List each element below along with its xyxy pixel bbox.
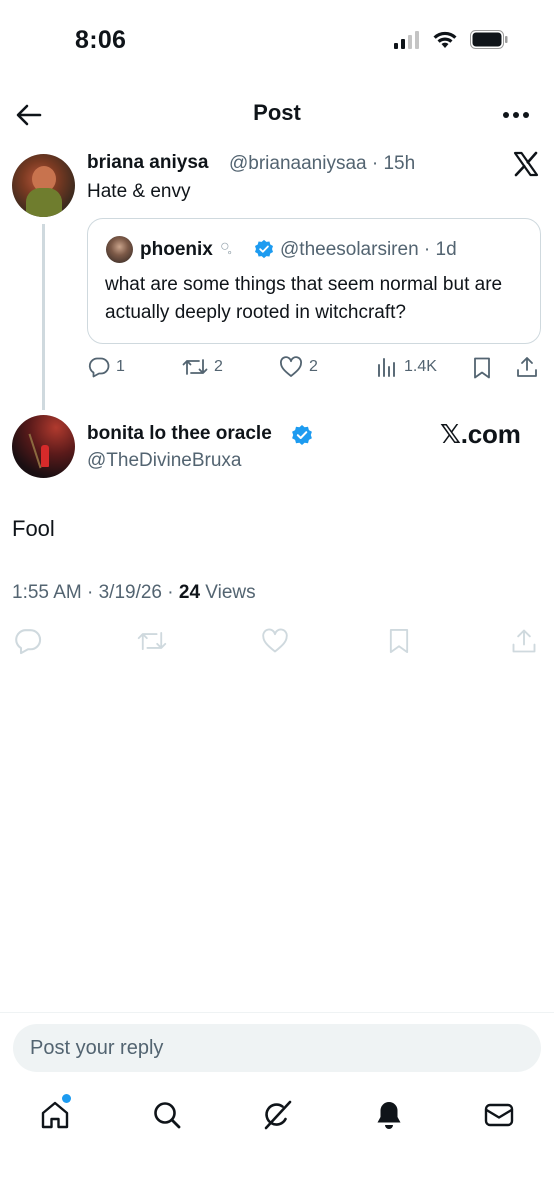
like-button[interactable]: 2 xyxy=(279,356,318,378)
verified-icon xyxy=(254,239,274,259)
nav-messages[interactable] xyxy=(482,1098,516,1132)
bookmark-icon xyxy=(474,357,490,379)
nav-search[interactable] xyxy=(150,1098,184,1132)
quote-author-emoji: ○̥ xyxy=(220,238,230,255)
verified-icon xyxy=(291,424,313,446)
reply-input[interactable]: Post your reply xyxy=(13,1024,541,1072)
author-handle[interactable]: @brianaaniysaa · 15h xyxy=(229,153,415,175)
share-button[interactable] xyxy=(510,627,538,655)
xcom-watermark: 𝕏.com xyxy=(440,419,521,449)
views-count: 24 xyxy=(178,582,201,603)
battery-icon xyxy=(470,30,508,49)
mail-icon xyxy=(484,1103,514,1127)
avatar[interactable] xyxy=(12,154,75,217)
post-meta: 1:55 AM · 3/19/26 · 24 Views xyxy=(12,582,256,604)
page-title: Post xyxy=(253,100,301,125)
quote-author-name: phoenix xyxy=(140,239,213,260)
more-button[interactable] xyxy=(502,108,530,122)
author-handle[interactable]: @TheDivineBruxa xyxy=(87,450,241,472)
search-icon xyxy=(154,1102,181,1129)
x-logo-icon xyxy=(512,150,540,178)
bookmark-button[interactable] xyxy=(386,627,414,655)
post-text: Hate & envy xyxy=(87,181,191,202)
reply-icon xyxy=(15,629,42,655)
status-time: 8:06 xyxy=(75,26,127,54)
repost-button[interactable] xyxy=(137,627,167,655)
repost-icon xyxy=(182,359,208,375)
views-count: 1.4K xyxy=(404,358,437,375)
grok-icon xyxy=(264,1100,292,1130)
status-icons xyxy=(394,30,508,49)
like-icon xyxy=(262,628,288,653)
more-icon xyxy=(503,112,529,118)
author-name[interactable]: briana aniysa xyxy=(87,152,208,174)
quote-avatar xyxy=(106,236,133,263)
author-name[interactable]: bonita lo thee oracle xyxy=(87,423,272,445)
nav-home[interactable] xyxy=(38,1098,72,1132)
notification-dot xyxy=(62,1094,71,1103)
avatar[interactable] xyxy=(12,415,75,478)
like-count: 2 xyxy=(309,358,318,375)
bell-icon xyxy=(377,1102,401,1129)
bookmark-button[interactable] xyxy=(471,356,493,380)
repost-icon xyxy=(137,632,167,650)
views-button[interactable]: 1.4K xyxy=(376,356,437,378)
post-timestamp: 1:55 AM · 3/19/26 · xyxy=(12,582,179,603)
post-text: Fool xyxy=(12,516,55,541)
divider xyxy=(0,1012,554,1013)
quote-text: what are some things that seem normal bu… xyxy=(105,274,503,323)
cellular-icon xyxy=(394,30,419,49)
share-button[interactable] xyxy=(515,355,539,379)
home-icon xyxy=(41,1101,69,1129)
reply-placeholder: Post your reply xyxy=(30,1036,164,1059)
views-icon xyxy=(378,358,395,377)
nav-notifications[interactable] xyxy=(372,1098,406,1132)
share-icon xyxy=(517,357,537,377)
quote-author-handle: @theesolarsiren · 1d xyxy=(280,239,457,260)
like-icon xyxy=(280,356,302,377)
nav-grok[interactable] xyxy=(260,1098,294,1132)
repost-count: 2 xyxy=(214,358,223,375)
repost-button[interactable]: 2 xyxy=(182,356,223,378)
reply-icon xyxy=(88,357,110,378)
bookmark-icon xyxy=(389,628,409,654)
share-icon xyxy=(512,629,536,653)
thread-line xyxy=(42,224,45,410)
reply-button[interactable] xyxy=(14,627,42,655)
views-label: Views xyxy=(200,582,256,603)
reply-button[interactable]: 1 xyxy=(88,356,125,378)
reply-count: 1 xyxy=(116,358,125,375)
like-button[interactable] xyxy=(261,627,289,655)
wifi-icon xyxy=(433,31,457,48)
